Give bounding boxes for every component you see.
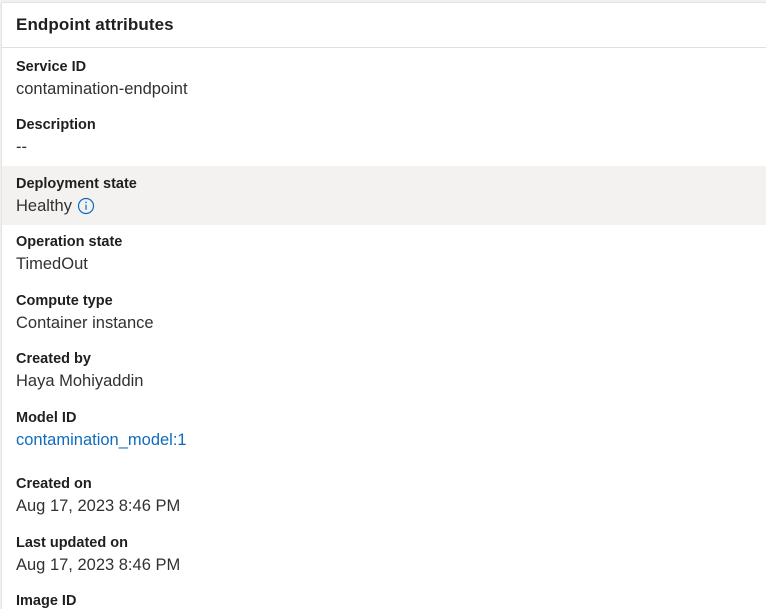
model-id-link[interactable]: contamination_model:1 xyxy=(16,428,766,452)
attribute-created-on: Created on Aug 17, 2023 8:46 PM xyxy=(2,474,766,518)
attribute-value: contamination-endpoint xyxy=(16,80,188,98)
attribute-model-id: Model ID contamination_model:1 xyxy=(2,408,766,452)
attribute-label: Created by xyxy=(16,351,91,367)
info-icon[interactable] xyxy=(77,197,95,215)
attribute-operation-state: Operation state TimedOut xyxy=(2,232,766,276)
attribute-label: Model ID xyxy=(16,410,77,426)
attribute-value: -- xyxy=(16,138,27,156)
attribute-value: Container instance xyxy=(16,314,154,332)
attribute-image-id: Image ID xyxy=(2,591,766,609)
attribute-deployment-state: Deployment state Healthy xyxy=(2,166,766,225)
attribute-value: Haya Mohiyaddin xyxy=(16,372,144,390)
attribute-last-updated-on: Last updated on Aug 17, 2023 8:46 PM xyxy=(2,533,766,577)
attribute-value: TimedOut xyxy=(16,255,88,273)
attribute-label: Last updated on xyxy=(16,535,128,551)
deployment-state-value: Healthy xyxy=(16,197,72,215)
attribute-value-row: Healthy xyxy=(16,194,766,218)
attribute-value: Aug 17, 2023 8:46 PM xyxy=(16,556,181,574)
attribute-value: Aug 17, 2023 8:46 PM xyxy=(16,497,181,515)
attribute-label: Description xyxy=(16,117,96,133)
panel-title: Endpoint attributes xyxy=(16,15,174,34)
attribute-description: Description -- xyxy=(2,115,766,159)
attribute-label: Created on xyxy=(16,476,92,492)
endpoint-attributes-panel: Endpoint attributes Service ID contamina… xyxy=(2,3,766,609)
panel-header: Endpoint attributes xyxy=(2,3,766,48)
attribute-label: Operation state xyxy=(16,234,123,250)
attribute-label: Image ID xyxy=(16,593,77,609)
attribute-label: Deployment state xyxy=(16,176,137,192)
attribute-compute-type: Compute type Container instance xyxy=(2,291,766,335)
attribute-label: Service ID xyxy=(16,59,87,75)
attribute-created-by: Created by Haya Mohiyaddin xyxy=(2,349,766,393)
attribute-service-id: Service ID contamination-endpoint xyxy=(2,57,766,101)
attribute-label: Compute type xyxy=(16,293,113,309)
